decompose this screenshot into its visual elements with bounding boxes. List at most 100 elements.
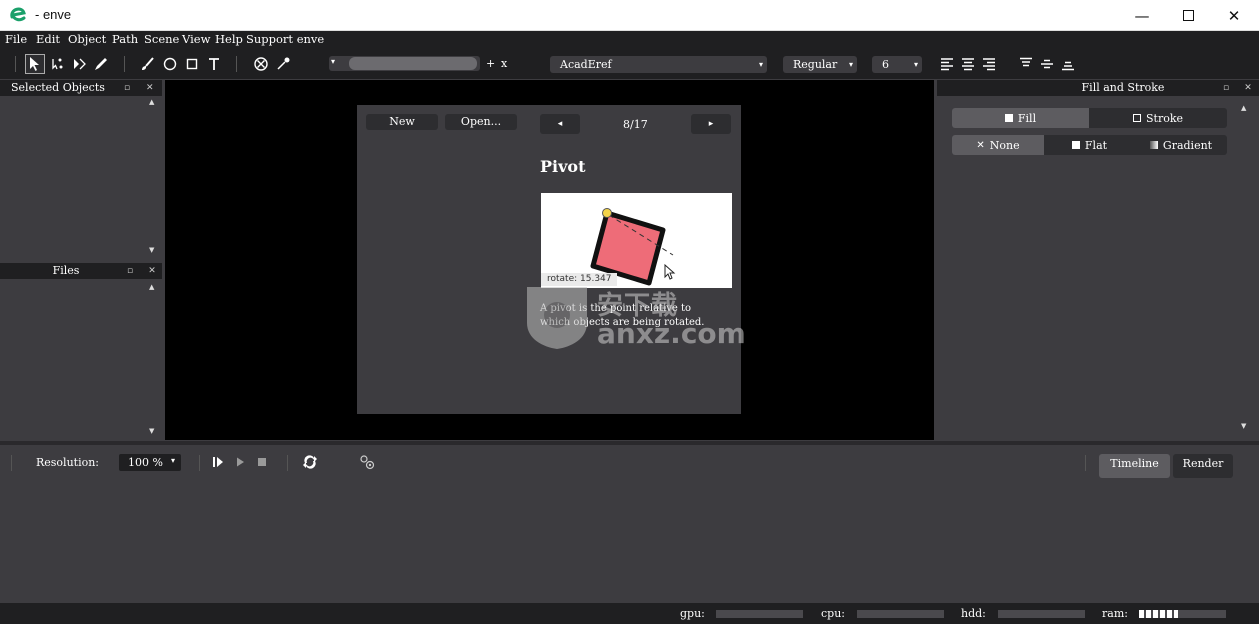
fill-stroke-header: Fill and Stroke ▫ ✕ [937, 80, 1259, 96]
align-left-icon[interactable] [940, 57, 954, 71]
minimize-button[interactable]: — [1119, 0, 1165, 31]
hdd-usage-bar [998, 610, 1085, 618]
scroll-up-icon[interactable]: ▲ [1241, 104, 1246, 112]
fill-tab[interactable]: Fill [952, 108, 1089, 128]
draw-path-icon [95, 58, 107, 70]
menu-view[interactable]: View [182, 32, 210, 46]
rectangle-tool-button[interactable] [182, 54, 202, 74]
timeline-tab[interactable]: Timeline [1099, 454, 1170, 478]
float-panel-icon[interactable]: ▫ [1220, 80, 1232, 96]
stroke-tab[interactable]: Stroke [1089, 108, 1227, 128]
toolbar-separator [287, 455, 288, 471]
tip-description-line1: A pivot is the point relative to [540, 303, 692, 314]
stroke-width-slider[interactable] [349, 57, 477, 70]
play-icon[interactable] [234, 456, 246, 468]
dropdown-arrow-icon: ▾ [331, 57, 336, 66]
menu-file[interactable]: File [5, 32, 27, 46]
align-vcenter-icon[interactable] [1040, 57, 1054, 71]
open-button[interactable]: Open... [445, 114, 517, 130]
color-picker-icon [277, 57, 290, 70]
page-indicator: 8/17 [623, 118, 648, 131]
text-tool-button[interactable] [204, 54, 224, 74]
select-tool-button[interactable] [25, 54, 45, 74]
loop-icon[interactable] [302, 454, 318, 470]
paint-gradient-label: Gradient [1162, 138, 1213, 152]
left-dock [0, 80, 162, 440]
tip-heading: Pivot [540, 157, 586, 176]
close-button[interactable]: ✕ [1211, 0, 1257, 31]
files-header: Files ▫ ✕ [0, 263, 162, 279]
menu-scene[interactable]: Scene [144, 32, 179, 46]
enve-logo-icon [10, 7, 26, 22]
stop-icon[interactable] [256, 456, 268, 468]
align-bottom-icon[interactable] [1061, 57, 1075, 71]
minimize-icon: — [1134, 6, 1150, 25]
scroll-up-icon[interactable]: ▲ [149, 98, 154, 106]
color-picker-tool-button[interactable] [273, 54, 293, 74]
paint-brush-tool-button[interactable] [138, 54, 158, 74]
cpu-usage-bar [857, 610, 944, 618]
dropdown-arrow-icon: ▾ [913, 60, 918, 69]
align-right-icon[interactable] [982, 57, 996, 71]
scroll-down-icon[interactable]: ▼ [149, 246, 154, 254]
add-stroke-button[interactable]: + [486, 57, 495, 70]
menu-path[interactable]: Path [112, 32, 138, 46]
render-tab[interactable]: Render [1173, 454, 1233, 478]
circle-tool-button[interactable] [160, 54, 180, 74]
menu-help[interactable]: Help [215, 32, 243, 46]
menu-support[interactable]: Support enve [246, 32, 324, 46]
next-page-button[interactable]: ▸ [691, 114, 731, 134]
float-panel-icon[interactable]: ▫ [124, 263, 136, 279]
align-center-icon[interactable] [961, 57, 975, 71]
remove-stroke-button[interactable]: x [501, 57, 507, 70]
dropdown-arrow-icon: ▾ [171, 456, 176, 465]
resolution-label: Resolution: [36, 456, 100, 469]
circle-icon [163, 57, 177, 71]
selected-objects-header: Selected Objects ▫ ✕ [0, 80, 162, 96]
maximize-button[interactable] [1165, 0, 1211, 31]
play-from-start-icon[interactable] [211, 456, 225, 468]
dropdown-arrow-icon: ▾ [758, 60, 763, 69]
select-arrow-icon [30, 57, 39, 71]
close-panel-icon[interactable]: ✕ [146, 80, 158, 96]
fill-square-icon [1004, 114, 1013, 122]
title-bar: - enve — ✕ [0, 0, 1259, 31]
close-panel-icon[interactable]: ✕ [1242, 80, 1254, 96]
font-style-select[interactable]: Regular ▾ [783, 56, 857, 73]
paint-none-label: None [989, 138, 1020, 152]
point-select-icon [52, 58, 63, 70]
close-icon: ✕ [1227, 6, 1241, 25]
align-top-icon[interactable] [1019, 57, 1033, 71]
node-tool-button[interactable] [69, 54, 89, 74]
menu-object[interactable]: Object [68, 32, 106, 46]
float-panel-icon[interactable]: ▫ [124, 80, 136, 96]
paint-none-tab[interactable]: ✕ None [952, 135, 1044, 155]
resolution-value: 100 % [128, 456, 163, 469]
no-color-tool-button[interactable] [251, 54, 271, 74]
stroke-width-field[interactable]: ▾ [329, 56, 480, 71]
cache-settings-icon[interactable] [359, 454, 375, 470]
toolbar-separator [15, 56, 16, 72]
menu-bar: File Edit Object Path Scene View Help Su… [0, 31, 1259, 48]
close-panel-icon[interactable]: ✕ [146, 263, 158, 279]
paint-flat-label: Flat [1084, 138, 1108, 152]
maximize-icon [1182, 10, 1194, 21]
hdd-label: hdd: [961, 607, 986, 620]
resolution-select[interactable]: 100 % ▾ [119, 454, 181, 471]
gpu-label: gpu: [680, 607, 705, 620]
no-color-icon [254, 57, 268, 71]
menu-edit[interactable]: Edit [36, 32, 60, 46]
font-size-value: 6 [882, 58, 889, 71]
scroll-down-icon[interactable]: ▼ [1241, 422, 1246, 430]
prev-page-button[interactable]: ◂ [540, 114, 580, 134]
scroll-down-icon[interactable]: ▼ [149, 427, 154, 435]
paint-flat-tab[interactable]: Flat [1044, 135, 1135, 155]
paint-type-tabs: ✕ None Flat Gradient [952, 135, 1227, 155]
new-button[interactable]: New [366, 114, 438, 130]
font-size-select[interactable]: 6 ▾ [872, 56, 922, 73]
font-family-select[interactable]: AcadEref ▾ [550, 56, 767, 73]
paint-gradient-tab[interactable]: Gradient [1135, 135, 1227, 155]
scroll-up-icon[interactable]: ▲ [149, 283, 154, 291]
point-select-tool-button[interactable] [47, 54, 67, 74]
draw-path-tool-button[interactable] [91, 54, 111, 74]
